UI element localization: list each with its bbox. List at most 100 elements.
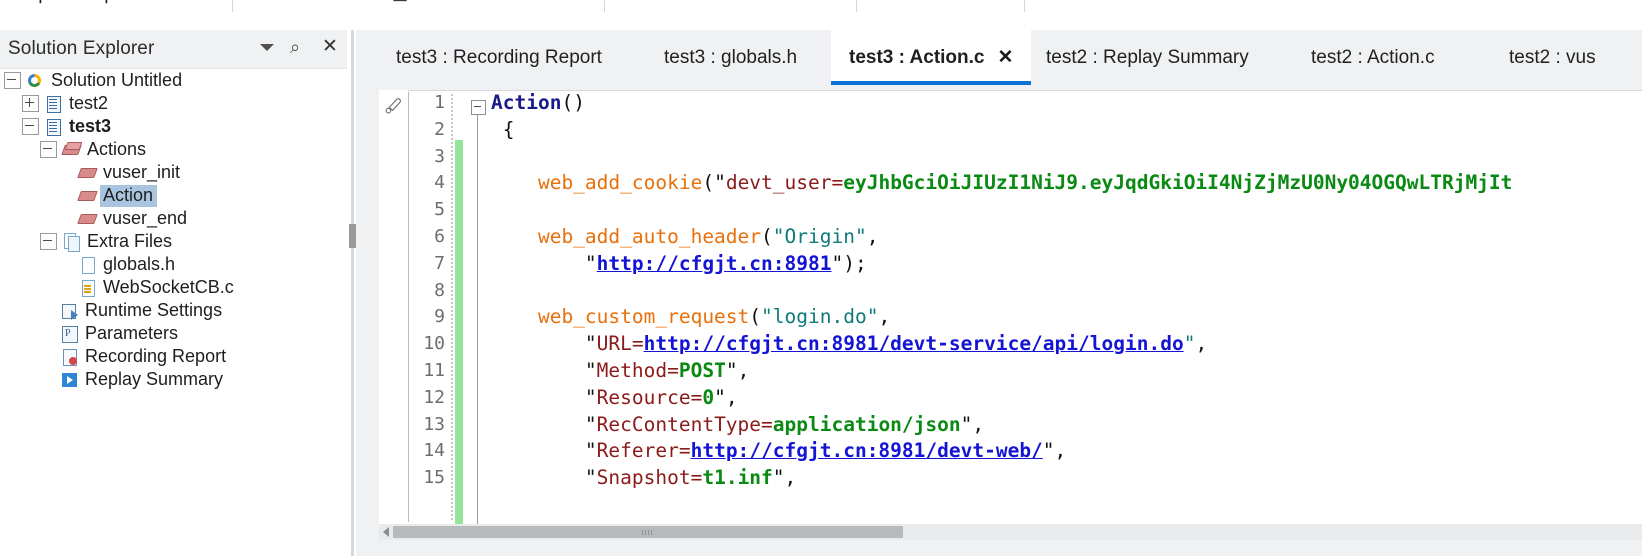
- code-token-attr: Resource=: [596, 385, 703, 409]
- code-token-pl: {: [491, 117, 515, 141]
- toolbar-icon-6[interactable]: ●: [530, 0, 540, 4]
- tree-item-label: Solution Untitled: [51, 70, 183, 90]
- panel-splitter[interactable]: [347, 30, 356, 556]
- editor-tab-label: test2 : vus: [1509, 46, 1596, 68]
- tree-expand-icon[interactable]: [22, 95, 39, 112]
- code-token-url[interactable]: http://cfgjt.cn:8981: [597, 252, 832, 275]
- chevron-down-icon[interactable]: [258, 37, 276, 57]
- files-icon: [62, 232, 81, 252]
- horizontal-scrollbar[interactable]: [379, 524, 1642, 540]
- tree-item-label: test2: [69, 93, 109, 113]
- tree-item-solution-untitled[interactable]: Solution Untitled: [0, 69, 347, 92]
- tree-item-vuser-end[interactable]: vuser_end: [0, 207, 347, 230]
- tree-item-replay-summary[interactable]: Replay Summary: [0, 368, 347, 391]
- code-token-url[interactable]: http://cfgjt.cn:8981/devt-web/: [691, 439, 1043, 462]
- action-icon: [78, 209, 97, 228]
- editor-tab-label: test3 : Recording Report: [396, 46, 602, 68]
- code-token-q: ": [831, 251, 844, 275]
- editor-tabbar: test3 : Recording Report test3 : globals.…: [356, 30, 1642, 85]
- code-token-pl: ,: [866, 224, 879, 248]
- toolbar-icon-12[interactable]: ■: [1068, 0, 1078, 4]
- tree-collapse-icon[interactable]: [4, 72, 21, 89]
- code-token-q: ": [491, 466, 597, 490]
- editor-tab-test3-action-c[interactable]: test3 : Action.c ✕: [831, 30, 1032, 85]
- toolbar-separator-1: [232, 0, 233, 12]
- code-token-fn: web_add_auto_header: [491, 224, 762, 248]
- code-token-attr: Referer=: [596, 439, 691, 463]
- editor-tab-label: test2 : Replay Summary: [1046, 46, 1249, 68]
- close-icon[interactable]: ✕: [322, 37, 340, 57]
- tree-collapse-icon[interactable]: [40, 233, 57, 250]
- tree-item-globals-h[interactable]: globals.h: [0, 253, 347, 276]
- code-token-id: Action: [491, 91, 562, 114]
- actions-icon: [62, 140, 81, 159]
- editor-tab-test2-vus[interactable]: test2 : vus: [1491, 30, 1614, 85]
- editor-tab-test3-recording-report[interactable]: test3 : Recording Report: [378, 30, 620, 85]
- code-token-pl: ,: [784, 466, 797, 490]
- code-token-q: ": [491, 439, 597, 463]
- tree-item-parameters[interactable]: Parameters: [0, 322, 347, 345]
- tab-close-icon[interactable]: ✕: [998, 48, 1014, 67]
- toolbar-icon-8[interactable]: ✂: [712, 0, 726, 4]
- tree-item-recording-report[interactable]: Recording Report: [0, 345, 347, 368]
- code-token-q: ": [960, 412, 973, 436]
- indicator-margin[interactable]: [379, 90, 408, 524]
- code-token-val: POST: [678, 358, 726, 382]
- code-line: web_add_cookie("devt_user=eyJhbGciOiJIUz…: [491, 170, 1642, 197]
- toolbar-icon-14[interactable]: ⇄: [1222, 0, 1236, 4]
- tree-item-websocketcb-c[interactable]: WebSocketCB.c: [0, 276, 347, 299]
- code-folding-column[interactable]: [471, 92, 487, 526]
- editor-tab-test2-replay-summary[interactable]: test2 : Replay Summary: [1028, 30, 1267, 85]
- splitter-grip[interactable]: [349, 224, 356, 248]
- fold-collapse-icon[interactable]: [471, 100, 486, 115]
- tree-item-label: globals.h: [103, 254, 176, 274]
- tree-collapse-icon[interactable]: [22, 118, 39, 135]
- tree-item-extra-files[interactable]: Extra Files: [0, 230, 347, 253]
- pencil-icon: [385, 98, 402, 114]
- code-token-q: ": [725, 358, 738, 382]
- param-icon: [60, 324, 79, 343]
- toolbar-icon-13[interactable]: ↔: [1150, 0, 1167, 4]
- code-token-val: 0: [702, 385, 715, 409]
- scroll-left-arrow-icon[interactable]: [383, 527, 389, 537]
- line-number: 6: [434, 225, 445, 247]
- toolbar-icon-11[interactable]: ●: [958, 0, 968, 4]
- code-token-pl: ,: [725, 385, 738, 409]
- tree-item-vuser-init[interactable]: vuser_init: [0, 161, 347, 184]
- code-token-attr: devt_user=: [725, 171, 844, 195]
- tree-item-test3[interactable]: test3: [0, 115, 347, 138]
- code-token-val: eyJhbGciOiJIUzI1NiJ9.eyJqdGkiOiI4NjZjMzU…: [843, 171, 1513, 195]
- editor-tab-test3-globals-h[interactable]: test3 : globals.h: [646, 30, 815, 85]
- code-token-url[interactable]: http://cfgjt.cn:8981/devt-service/api/lo…: [644, 332, 1184, 355]
- horizontal-scrollbar-thumb[interactable]: [393, 526, 903, 538]
- toolbar-icon-10[interactable]: ⬇: [888, 0, 902, 4]
- tree-item-actions[interactable]: Actions: [0, 138, 347, 161]
- toolbar-icon-7[interactable]: ↻: [640, 0, 654, 4]
- toolbar-icon-1[interactable]: ⎮: [36, 0, 45, 4]
- cfile-icon: [78, 278, 97, 297]
- tree-item-label: test3: [69, 116, 112, 136]
- line-number: 8: [434, 279, 445, 301]
- tree-collapse-icon[interactable]: [40, 141, 57, 158]
- tree-item-test2[interactable]: test2: [0, 92, 347, 115]
- editor-tab-test2-action-c[interactable]: test2 : Action.c: [1293, 30, 1453, 85]
- tree-item-action[interactable]: Action: [0, 184, 347, 207]
- tree-item-runtime-settings[interactable]: Runtime Settings: [0, 299, 347, 322]
- code-token-q: ": [491, 385, 597, 409]
- panel-header-buttons: ⌕ ✕: [258, 37, 340, 57]
- code-token-attr: Snapshot=: [596, 466, 703, 490]
- toolbar-icon-2[interactable]: ⎮: [102, 0, 111, 4]
- toolbar-icon-4[interactable]: ▣: [392, 0, 408, 4]
- code-token-pl: ,: [878, 305, 891, 329]
- toolbar-icon-3[interactable]: ▭: [170, 0, 186, 4]
- code-text[interactable]: Action() { web_add_cookie("devt_user=eyJ…: [491, 90, 1642, 524]
- runtime-icon: [60, 301, 79, 320]
- pin-icon[interactable]: ⌕: [290, 37, 308, 57]
- code-line: "Method=POST",: [491, 358, 1642, 385]
- toolbar-icon-5[interactable]: ▼: [462, 0, 479, 4]
- code-editor-panel[interactable]: 1 2 3 4 5 6 7 8 9 10 11 12 13 14 15 Action() { web_add…: [379, 90, 1642, 556]
- code-token-val: application/json: [772, 412, 961, 436]
- solution-icon: [26, 71, 45, 90]
- line-number: 11: [423, 359, 445, 381]
- toolbar-icon-9[interactable]: ↗: [818, 0, 832, 4]
